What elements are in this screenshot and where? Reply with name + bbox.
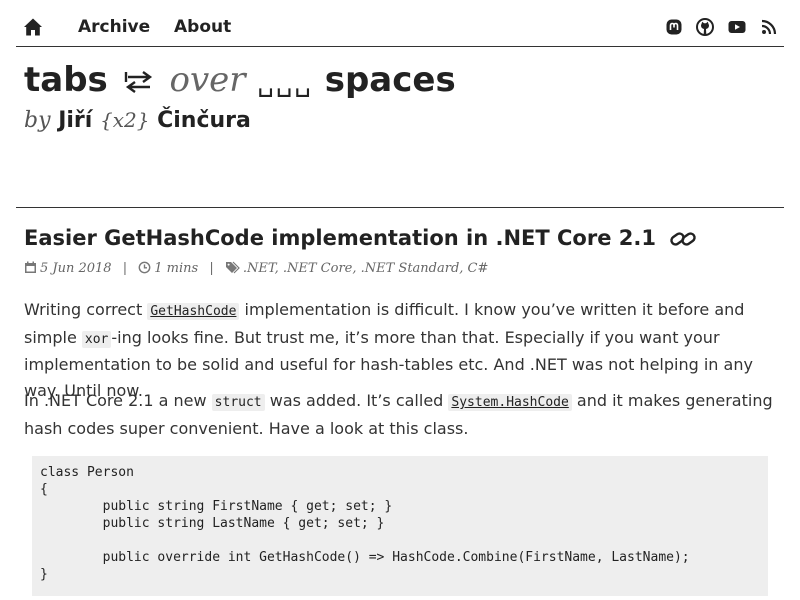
tab-arrows-icon bbox=[124, 70, 152, 93]
header-divider bbox=[16, 207, 784, 208]
home-icon[interactable] bbox=[23, 17, 43, 37]
code-content: class Person { public string FirstName {… bbox=[40, 465, 690, 582]
post-date: 5 Jun 2018 bbox=[40, 261, 112, 276]
github-icon[interactable] bbox=[695, 17, 715, 37]
rss-icon[interactable] bbox=[759, 17, 779, 37]
author-byline: by Jiří {x2} Činčura bbox=[24, 108, 251, 133]
site-title-spaces: spaces bbox=[324, 60, 456, 100]
site-title-over: over bbox=[169, 60, 246, 100]
author-nick: {x2} bbox=[99, 108, 150, 132]
gethashcode-link[interactable]: GetHashCode bbox=[147, 300, 240, 320]
post-title: Easier GetHashCode implementation in .NE… bbox=[24, 226, 697, 250]
top-nav: Archive About bbox=[16, 10, 784, 47]
page: Archive About tabs over ␣␣␣ spaces by Ji… bbox=[0, 0, 800, 600]
permalink-icon[interactable] bbox=[669, 228, 697, 250]
youtube-icon[interactable] bbox=[727, 17, 747, 37]
site-title-tabs: tabs bbox=[24, 60, 108, 100]
post-paragraph-2: In .NET Core 2.1 a new struct was added.… bbox=[24, 388, 780, 441]
author-first-name: Jiří bbox=[58, 108, 93, 133]
clock-icon bbox=[138, 261, 151, 274]
meta-separator: | bbox=[209, 261, 214, 276]
inline-code-gethashcode: GetHashCode bbox=[147, 303, 240, 320]
calendar-icon bbox=[25, 261, 36, 273]
site-title[interactable]: tabs over ␣␣␣ spaces bbox=[24, 60, 456, 100]
mastodon-icon[interactable] bbox=[664, 17, 684, 37]
system-hashcode-link[interactable]: System.HashCode bbox=[448, 391, 572, 411]
para2-text-2: was added. It’s called bbox=[264, 391, 449, 410]
inline-code-xor: xor bbox=[81, 330, 112, 348]
post-meta: 5 Jun 2018 | 1 mins | .NET, .NET Core, .… bbox=[24, 261, 488, 276]
post-read-time: 1 mins bbox=[154, 261, 199, 276]
post-title-text: Easier GetHashCode implementation in .NE… bbox=[24, 226, 656, 250]
para2-text-1: In .NET Core 2.1 a new bbox=[24, 391, 212, 410]
tags-icon bbox=[225, 261, 240, 274]
inline-code-system-hashcode: System.HashCode bbox=[448, 394, 572, 411]
space-glyphs: ␣␣␣ bbox=[257, 68, 313, 98]
nav-archive-link[interactable]: Archive bbox=[78, 17, 150, 37]
post-tags-link[interactable]: .NET, .NET Core, .NET Standard, C# bbox=[243, 261, 489, 276]
meta-separator: | bbox=[122, 261, 128, 276]
byline-by: by bbox=[24, 108, 51, 133]
nav-about-link[interactable]: About bbox=[174, 17, 231, 37]
inline-code-struct: struct bbox=[211, 394, 265, 411]
author-last-name: Činčura bbox=[157, 108, 251, 133]
code-block[interactable]: class Person { public string FirstName {… bbox=[32, 456, 768, 596]
para1-text-1: Writing correct bbox=[24, 300, 148, 319]
